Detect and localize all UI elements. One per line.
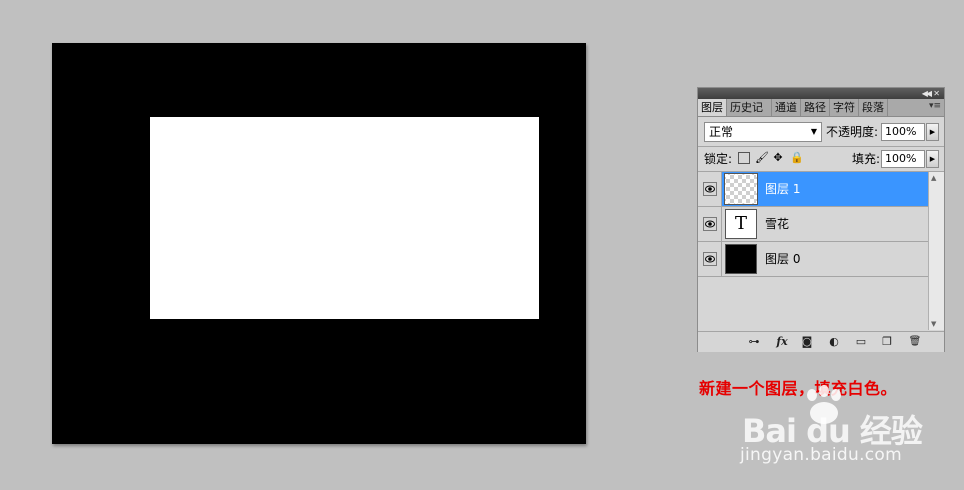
lock-row: 锁定: 🖌 ✥ 🔒 填充: 100% ▶ bbox=[704, 149, 940, 169]
visibility-toggle[interactable] bbox=[698, 207, 722, 241]
panel-tabs: 图层 历史记 通道 路径 字符 段落 bbox=[698, 99, 944, 117]
trash-icon[interactable]: 🗑 bbox=[907, 335, 923, 349]
tab-character[interactable]: 字符 bbox=[830, 99, 859, 116]
panel-menu-icon[interactable]: ▾≡ bbox=[929, 101, 941, 111]
tab-history[interactable]: 历史记 bbox=[727, 99, 772, 116]
opacity-label: 不透明度: bbox=[826, 125, 879, 139]
layer-row[interactable]: 图层 0 bbox=[698, 242, 928, 277]
layer-thumbnail bbox=[724, 173, 758, 205]
layer-main[interactable]: 图层 0 bbox=[722, 242, 928, 276]
white-fill-region bbox=[150, 117, 539, 319]
tab-layers[interactable]: 图层 bbox=[698, 99, 727, 116]
fill-stepper[interactable]: ▶ bbox=[926, 150, 939, 168]
blend-row: 正常 ▼ 不透明度: 100% ▶ bbox=[704, 122, 940, 142]
panel-bottom-toolbar: ⊶ fx ◙ ◐ ▭ ❐ 🗑 bbox=[698, 331, 944, 352]
collapse-icon[interactable]: ◀◀ bbox=[922, 88, 932, 99]
layers-panel: ◀◀ ✕ 图层 历史记 通道 路径 字符 段落 ▾≡ 正常 ▼ 不透明度: 10… bbox=[697, 87, 945, 352]
lock-move-icon[interactable]: ✥ bbox=[772, 152, 784, 164]
text-layer-thumbnail: T bbox=[725, 209, 757, 239]
lock-label: 锁定: bbox=[704, 152, 733, 166]
lock-all-icon[interactable]: 🔒 bbox=[790, 152, 804, 164]
visibility-toggle[interactable] bbox=[698, 242, 722, 276]
new-layer-icon[interactable]: ❐ bbox=[879, 335, 895, 349]
fill-label: 填充: bbox=[852, 152, 881, 166]
eye-icon bbox=[702, 182, 717, 196]
blend-mode-select[interactable]: 正常 ▼ bbox=[704, 122, 822, 142]
layer-main[interactable]: T 雪花 bbox=[722, 207, 928, 241]
chevron-down-icon: ▼ bbox=[810, 127, 817, 136]
document-canvas[interactable] bbox=[52, 43, 586, 444]
layer-thumbnail bbox=[725, 244, 757, 274]
eye-icon bbox=[702, 252, 717, 266]
eye-icon bbox=[702, 217, 717, 231]
scroll-down-icon[interactable]: ▼ bbox=[931, 320, 936, 328]
layers-list: 图层 1 T 雪花 图层 0 bbox=[698, 172, 928, 330]
close-icon[interactable]: ✕ bbox=[933, 88, 940, 99]
adjustment-icon[interactable]: ◐ bbox=[826, 335, 842, 349]
scroll-up-icon[interactable]: ▲ bbox=[931, 174, 936, 182]
lock-transparency-icon[interactable] bbox=[738, 152, 750, 164]
tab-paths[interactable]: 路径 bbox=[801, 99, 830, 116]
fx-icon[interactable]: fx bbox=[772, 335, 792, 349]
fill-input[interactable]: 100% bbox=[881, 150, 925, 168]
instruction-caption: 新建一个图层，填充白色。 bbox=[699, 379, 898, 398]
watermark-url: jingyan.baidu.com bbox=[740, 445, 902, 465]
layer-row[interactable]: T 雪花 bbox=[698, 207, 928, 242]
blend-mode-value: 正常 bbox=[709, 125, 734, 139]
layers-scrollbar[interactable]: ▲ ▼ bbox=[928, 172, 944, 330]
opacity-input[interactable]: 100% bbox=[881, 123, 925, 141]
layer-row[interactable]: 图层 1 bbox=[698, 172, 928, 207]
lock-brush-icon[interactable]: 🖌 bbox=[755, 152, 769, 164]
tab-channels[interactable]: 通道 bbox=[772, 99, 801, 116]
layer-name: 图层 0 bbox=[765, 252, 801, 266]
layer-name: 图层 1 bbox=[765, 182, 801, 196]
group-folder-icon[interactable]: ▭ bbox=[853, 335, 869, 349]
panel-titlebar: ◀◀ ✕ bbox=[698, 88, 944, 99]
layer-main[interactable]: 图层 1 bbox=[722, 172, 928, 206]
layer-name: 雪花 bbox=[765, 217, 790, 231]
divider bbox=[698, 146, 944, 147]
tab-paragraph[interactable]: 段落 bbox=[859, 99, 888, 116]
mask-icon[interactable]: ◙ bbox=[799, 335, 815, 349]
visibility-toggle[interactable] bbox=[698, 172, 722, 206]
opacity-stepper[interactable]: ▶ bbox=[926, 123, 939, 141]
link-layers-icon[interactable]: ⊶ bbox=[744, 335, 764, 349]
